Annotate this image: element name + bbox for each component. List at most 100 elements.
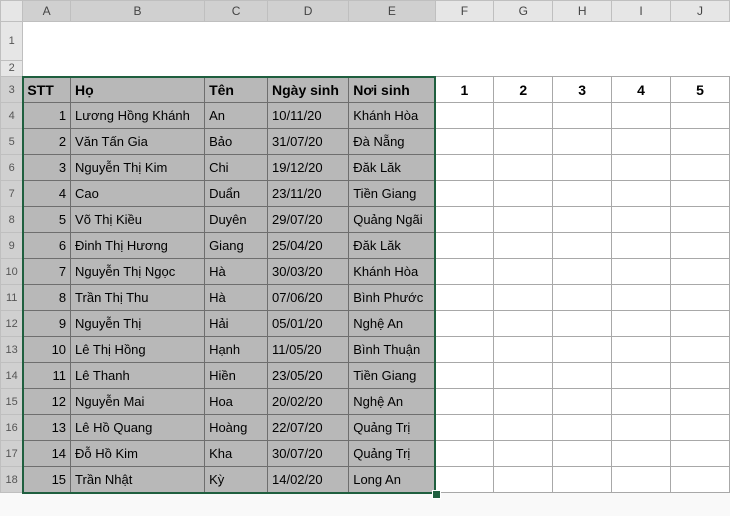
grid-table[interactable]: A B C D E F G H I J 1 2 3 STT Họ Tên Ngà… [0, 0, 730, 493]
cell-I15[interactable] [612, 389, 671, 415]
cell-J3[interactable]: 5 [671, 77, 730, 103]
cell-H6[interactable] [553, 155, 612, 181]
cell-E12[interactable]: Nghệ An [349, 311, 435, 337]
cell-A17[interactable]: 14 [23, 441, 71, 467]
cell-H17[interactable] [553, 441, 612, 467]
cell-J14[interactable] [671, 363, 730, 389]
row-header-10[interactable]: 10 [1, 259, 23, 285]
spreadsheet[interactable]: A B C D E F G H I J 1 2 3 STT Họ Tên Ngà… [0, 0, 730, 516]
cell-D14[interactable]: 23/05/20 [268, 363, 349, 389]
table-row[interactable]: 41Lương Hồng KhánhAn10/11/20Khánh Hòa [1, 103, 730, 129]
cell-F10[interactable] [435, 259, 494, 285]
cell-A4[interactable]: 1 [23, 103, 71, 129]
cell-F11[interactable] [435, 285, 494, 311]
row-1[interactable]: 1 [1, 22, 730, 61]
cell-G7[interactable] [494, 181, 553, 207]
table-row[interactable]: 74CaoDuẩn23/11/20Tiền Giang [1, 181, 730, 207]
cell-I13[interactable] [612, 337, 671, 363]
cell-A14[interactable]: 11 [23, 363, 71, 389]
cell-H3[interactable]: 3 [553, 77, 612, 103]
cell-F12[interactable] [435, 311, 494, 337]
select-all-corner[interactable] [1, 1, 23, 22]
cell-H8[interactable] [553, 207, 612, 233]
table-row[interactable]: 1411Lê ThanhHiền23/05/20Tiền Giang [1, 363, 730, 389]
cell-A8[interactable]: 5 [23, 207, 71, 233]
table-row[interactable]: 1512Nguyễn MaiHoa20/02/20Nghệ An [1, 389, 730, 415]
cell-J17[interactable] [671, 441, 730, 467]
cell-D7[interactable]: 23/11/20 [268, 181, 349, 207]
cell-H9[interactable] [553, 233, 612, 259]
cell-A18[interactable]: 15 [23, 467, 71, 493]
cell-D6[interactable]: 19/12/20 [268, 155, 349, 181]
row-2[interactable]: 2 [1, 60, 730, 77]
cell-B17[interactable]: Đỗ Hồ Kim [71, 441, 205, 467]
row-header-18[interactable]: 18 [1, 467, 23, 493]
cell-E3[interactable]: Nơi sinh [349, 77, 435, 103]
cell-E8[interactable]: Quảng Ngãi [349, 207, 435, 233]
col-header-J[interactable]: J [671, 1, 730, 22]
cell-I12[interactable] [612, 311, 671, 337]
cell-G9[interactable] [494, 233, 553, 259]
cell-I16[interactable] [612, 415, 671, 441]
cell-D4[interactable]: 10/11/20 [268, 103, 349, 129]
cell-C12[interactable]: Hải [205, 311, 268, 337]
cell-E7[interactable]: Tiền Giang [349, 181, 435, 207]
cell-D9[interactable]: 25/04/20 [268, 233, 349, 259]
table-row[interactable]: 1714Đỗ Hồ KimKha30/07/20Quảng Trị [1, 441, 730, 467]
cell-C9[interactable]: Giang [205, 233, 268, 259]
cell-E14[interactable]: Tiền Giang [349, 363, 435, 389]
col-header-E[interactable]: E [349, 1, 435, 22]
cell-B8[interactable]: Võ Thị Kiều [71, 207, 205, 233]
row-header-5[interactable]: 5 [1, 129, 23, 155]
cell-I11[interactable] [612, 285, 671, 311]
cell-H16[interactable] [553, 415, 612, 441]
cell-F14[interactable] [435, 363, 494, 389]
cell-J18[interactable] [671, 467, 730, 493]
row-header-15[interactable]: 15 [1, 389, 23, 415]
cell-I6[interactable] [612, 155, 671, 181]
row-3[interactable]: 3 STT Họ Tên Ngày sinh Nơi sinh 1 2 3 4 … [1, 77, 730, 103]
cell-C13[interactable]: Hạnh [205, 337, 268, 363]
cell-A11[interactable]: 8 [23, 285, 71, 311]
cell-B12[interactable]: Nguyễn Thị [71, 311, 205, 337]
cell-G18[interactable] [494, 467, 553, 493]
cell-A7[interactable]: 4 [23, 181, 71, 207]
column-header-row[interactable]: A B C D E F G H I J [1, 1, 730, 22]
cell-B11[interactable]: Trần Thị Thu [71, 285, 205, 311]
cell-A5[interactable]: 2 [23, 129, 71, 155]
cell-blank[interactable] [23, 22, 730, 61]
row-header-2[interactable]: 2 [1, 60, 23, 77]
cell-D12[interactable]: 05/01/20 [268, 311, 349, 337]
cell-F4[interactable] [435, 103, 494, 129]
cell-F7[interactable] [435, 181, 494, 207]
table-row[interactable]: 1815Trần NhậtKỳ14/02/20Long An [1, 467, 730, 493]
cell-H4[interactable] [553, 103, 612, 129]
cell-J15[interactable] [671, 389, 730, 415]
cell-E9[interactable]: Đăk Lăk [349, 233, 435, 259]
cell-B14[interactable]: Lê Thanh [71, 363, 205, 389]
cell-B4[interactable]: Lương Hồng Khánh [71, 103, 205, 129]
cell-C16[interactable]: Hoàng [205, 415, 268, 441]
cell-C17[interactable]: Kha [205, 441, 268, 467]
cell-D18[interactable]: 14/02/20 [268, 467, 349, 493]
cell-B18[interactable]: Trần Nhật [71, 467, 205, 493]
cell-G16[interactable] [494, 415, 553, 441]
cell-F9[interactable] [435, 233, 494, 259]
cell-I3[interactable]: 4 [612, 77, 671, 103]
col-header-C[interactable]: C [205, 1, 268, 22]
cell-G17[interactable] [494, 441, 553, 467]
table-row[interactable]: 63Nguyễn Thị KimChi19/12/20Đăk Lăk [1, 155, 730, 181]
cell-I10[interactable] [612, 259, 671, 285]
cell-B6[interactable]: Nguyễn Thị Kim [71, 155, 205, 181]
cell-G10[interactable] [494, 259, 553, 285]
cell-E6[interactable]: Đăk Lăk [349, 155, 435, 181]
cell-I4[interactable] [612, 103, 671, 129]
cell-B15[interactable]: Nguyễn Mai [71, 389, 205, 415]
cell-G11[interactable] [494, 285, 553, 311]
cell-E13[interactable]: Bình Thuận [349, 337, 435, 363]
table-row[interactable]: 129Nguyễn ThịHải05/01/20Nghệ An [1, 311, 730, 337]
cell-E16[interactable]: Quảng Trị [349, 415, 435, 441]
col-header-F[interactable]: F [435, 1, 494, 22]
cell-C18[interactable]: Kỳ [205, 467, 268, 493]
cell-C3[interactable]: Tên [205, 77, 268, 103]
